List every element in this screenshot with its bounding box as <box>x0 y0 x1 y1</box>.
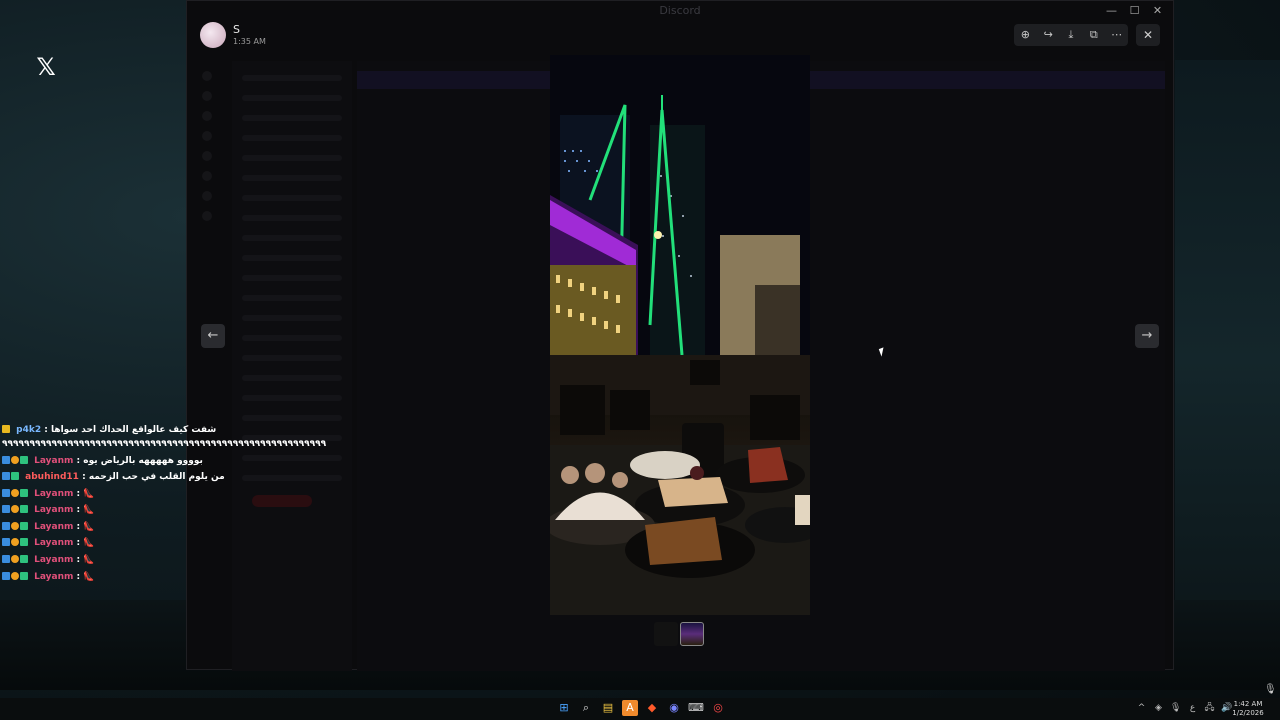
author-name[interactable]: S <box>233 23 240 36</box>
chat-message: p4k2 : شفت كيف عالواقع الحداك احد سواها <box>2 422 216 437</box>
stream-chat-overlay: p4k2 : شفت كيف عالواقع الحداك احد سواها … <box>0 422 326 592</box>
open-external-icon[interactable]: ⧉ <box>1085 26 1103 44</box>
chat-text: 👠 <box>83 522 95 532</box>
forward-icon[interactable]: ↪ <box>1039 26 1057 44</box>
taskbar-apps: ⊞ ⌕ ▤ A ◆ ◉ ⌨ ◎ <box>556 700 726 716</box>
night-cafe-photo <box>550 55 810 615</box>
start-icon[interactable]: ⊞ <box>556 700 572 716</box>
gift-badge-icon <box>11 471 19 480</box>
brave-browser-icon[interactable]: ◆ <box>644 700 660 716</box>
window-title: Discord <box>659 4 701 17</box>
background-window <box>1175 60 1280 660</box>
maximize-button[interactable]: ☐ <box>1123 3 1146 19</box>
chat-message: Layanm : 👠 <box>2 552 95 567</box>
chat-text: 👠 <box>83 572 95 582</box>
obs-icon[interactable]: ◎ <box>710 700 726 716</box>
thumbnail[interactable] <box>654 622 678 646</box>
chat-message: Layanm : 👠 <box>2 535 95 550</box>
chat-username: Layanm <box>34 538 74 548</box>
gift-badge-icon <box>20 455 28 464</box>
system-clock[interactable]: 1:42 AM 1/2/2026 <box>1232 700 1264 718</box>
file-explorer-icon[interactable]: ▤ <box>600 700 616 716</box>
chat-text: 👠 <box>83 489 95 499</box>
chat-username: p4k2 <box>16 425 42 435</box>
window-close-button[interactable]: ✕ <box>1146 3 1169 19</box>
clock-time: 1:42 AM <box>1233 700 1263 708</box>
mod-badge-icon <box>2 471 10 480</box>
chat-username: Layanm <box>34 505 74 515</box>
chat-text: شفت كيف عالواقع الحداك احد سواها <box>50 425 217 435</box>
keyboard-app-icon[interactable]: ⌨ <box>688 700 704 716</box>
mic-tray-icon[interactable]: 🎙 <box>1170 701 1181 715</box>
chat-username: Layanm <box>34 572 74 582</box>
channel-list <box>232 61 352 671</box>
chat-text: 👠 <box>83 555 95 565</box>
chat-text: 👠 <box>83 538 95 548</box>
minimize-button[interactable]: — <box>1100 3 1123 19</box>
chevron-up-icon[interactable]: ^ <box>1136 701 1147 715</box>
window-titlebar: Discord — ☐ ✕ <box>187 1 1173 21</box>
app-a-icon[interactable]: A <box>622 700 638 716</box>
sub-badge-icon <box>11 455 19 464</box>
chat-message: ٩٩٩٩٩٩٩٩٩٩٩٩٩٩٩٩٩٩٩٩٩٩٩٩٩٩٩٩٩٩٩٩٩٩٩٩٩٩٩٩… <box>2 437 326 452</box>
x-logo-icon: 𝕏 <box>36 53 56 81</box>
chat-username: Layanm <box>34 522 74 532</box>
window-controls: — ☐ ✕ <box>1100 3 1169 19</box>
media-toolbar: ⊕ ↪ ⤓ ⧉ ⋯ <box>1014 24 1128 46</box>
next-image-button[interactable]: → <box>1135 324 1159 348</box>
network-icon[interactable]: 🖧 <box>1204 701 1215 715</box>
leave-button <box>252 495 312 507</box>
clock-date: 1/2/2026 <box>1232 709 1264 717</box>
discord-tray-icon[interactable]: ◈ <box>1153 701 1164 715</box>
avatar[interactable] <box>200 22 226 48</box>
post-timestamp: 1:35 AM <box>233 37 266 46</box>
chat-text: ٩٩٩٩٩٩٩٩٩٩٩٩٩٩٩٩٩٩٩٩٩٩٩٩٩٩٩٩٩٩٩٩٩٩٩٩٩٩٩٩… <box>2 439 327 449</box>
chat-username: Layanm <box>34 456 74 466</box>
chat-message: Layanm : 👠 <box>2 486 95 501</box>
chat-username: Layanm <box>34 489 74 499</box>
system-tray: ^ ◈ 🎙 ع 🖧 🔊 <box>1136 701 1233 715</box>
search-icon[interactable]: ⌕ <box>578 700 594 716</box>
crown-badge-icon <box>2 424 10 433</box>
chat-message: Layanm : 👠 <box>2 502 95 517</box>
media-author: S 1:35 AM <box>200 22 500 50</box>
chat-username: abuhind11 <box>25 472 79 482</box>
chat-username: Layanm <box>34 555 74 565</box>
chat-message: Layanm : بوووو هههههه بالرياض يوه <box>2 453 203 468</box>
previous-image-button[interactable]: ← <box>201 324 225 348</box>
mod-badge-icon <box>2 455 10 464</box>
more-icon[interactable]: ⋯ <box>1108 26 1126 44</box>
discord-icon[interactable]: ◉ <box>666 700 682 716</box>
chat-text: من يلوم القلب في حب الزحمه <box>88 472 225 482</box>
download-icon[interactable]: ⤓ <box>1062 26 1080 44</box>
language-indicator[interactable]: ع <box>1187 701 1198 715</box>
chat-text: 👠 <box>83 505 95 515</box>
volume-icon[interactable]: 🔊 <box>1221 701 1232 715</box>
thumbnail-active[interactable] <box>680 622 704 646</box>
chat-text: بوووو هههههه بالرياض يوه <box>83 456 203 466</box>
attachment-photo <box>550 55 810 615</box>
chat-message: Layanm : 👠 <box>2 569 95 584</box>
taskbar: ⊞ ⌕ ▤ A ◆ ◉ ⌨ ◎ ^ ◈ 🎙 ع 🖧 🔊 1:42 AM 1/2/… <box>0 698 1280 720</box>
zoom-icon[interactable]: ⊕ <box>1016 26 1034 44</box>
thumbnail-strip <box>654 622 704 646</box>
microphone-icon[interactable]: 🎙 <box>1264 684 1277 695</box>
chat-message: abuhind11 : من يلوم القلب في حب الزحمه <box>2 469 225 484</box>
close-viewer-button[interactable]: ✕ <box>1136 24 1160 46</box>
chat-message: Layanm : 👠 <box>2 519 95 534</box>
